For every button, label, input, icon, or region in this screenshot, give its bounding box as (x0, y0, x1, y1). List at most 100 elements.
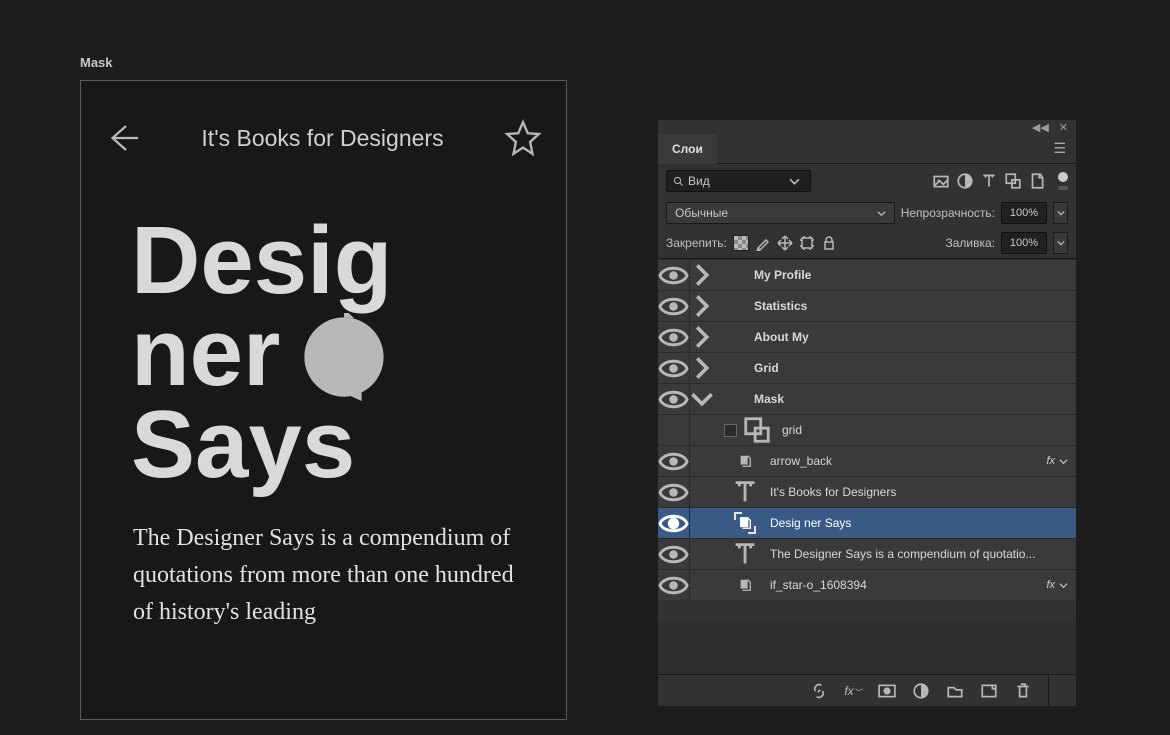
visibility-toggle[interactable] (658, 446, 690, 476)
headline-line-2: ner (131, 309, 280, 397)
fx-badge[interactable]: fx (1046, 455, 1055, 467)
lock-row: Закрепить: Заливка: 100% (658, 228, 1076, 259)
layer-name[interactable]: It's Books for Designers (760, 485, 1068, 499)
layer-checkbox[interactable] (718, 424, 742, 437)
link-layers-icon[interactable] (810, 682, 828, 700)
artboard-canvas[interactable]: It's Books for Designers Desig ner Says … (80, 80, 567, 720)
footer-resize-handle[interactable] (1048, 675, 1064, 706)
lock-position-icon[interactable] (777, 235, 793, 251)
new-group-icon[interactable] (946, 682, 964, 700)
layer-name[interactable]: Statistics (744, 299, 1068, 313)
layer-row[interactable]: It's Books for Designers (658, 476, 1076, 507)
layer-row[interactable]: grid (658, 414, 1076, 445)
layer-row[interactable]: if_star-o_1608394fx (658, 569, 1076, 600)
layer-name[interactable]: My Profile (744, 268, 1068, 282)
visibility-toggle[interactable] (658, 508, 690, 538)
headline-block: Desig ner Says (81, 157, 566, 490)
visibility-toggle[interactable] (658, 384, 690, 414)
filter-smart-icon[interactable] (1028, 172, 1046, 190)
filter-shape-icon[interactable] (1004, 172, 1022, 190)
lock-pixels-icon[interactable] (755, 235, 771, 251)
layer-row[interactable]: arrow_backfx (658, 445, 1076, 476)
layer-name[interactable]: arrow_back (760, 454, 1046, 468)
layer-tree-empty[interactable] (658, 622, 1076, 674)
panel-menu-icon[interactable]: ☰ (1043, 140, 1076, 157)
lock-artboard-icon[interactable] (799, 235, 815, 251)
lock-label: Закрепить: (666, 236, 727, 250)
visibility-toggle[interactable] (658, 260, 690, 290)
layer-name[interactable]: The Designer Says is a compendium of quo… (760, 547, 1068, 561)
fx-icon[interactable]: fx﹀ (844, 682, 862, 700)
layer-tree: My Profile Statistics About My Grid Mask grid… (658, 259, 1076, 622)
new-layer-icon[interactable] (980, 682, 998, 700)
chevron-right-icon[interactable] (690, 325, 714, 349)
lock-transparency-icon[interactable] (733, 235, 749, 251)
fx-badge[interactable]: fx (1046, 579, 1055, 591)
layer-thumb-icon (730, 576, 760, 594)
filter-pixel-icon[interactable] (932, 172, 950, 190)
layer-name[interactable]: Desig ner Says (760, 516, 1068, 530)
filter-adjust-icon[interactable] (956, 172, 974, 190)
chevron-down-icon[interactable] (690, 387, 714, 411)
chevron-down-icon[interactable] (1059, 581, 1068, 590)
filter-kind-select[interactable]: Вид (666, 170, 811, 192)
opacity-label: Непрозрачность: (901, 206, 995, 220)
panel-footer: fx﹀ (658, 674, 1076, 706)
close-panel-icon[interactable]: ✕ (1059, 121, 1068, 134)
arrow-back-icon[interactable] (105, 120, 141, 156)
layer-row[interactable]: The Designer Says is a compendium of quo… (658, 538, 1076, 569)
body-paragraph: The Designer Says is a compendi­um of qu… (81, 490, 566, 632)
adjustment-layer-icon[interactable] (912, 682, 930, 700)
layer-row[interactable]: My Profile (658, 259, 1076, 290)
visibility-toggle[interactable] (658, 415, 690, 445)
layer-name[interactable]: About My (744, 330, 1068, 344)
filter-type-icon[interactable] (980, 172, 998, 190)
layer-row[interactable]: Statistics (658, 290, 1076, 321)
layer-row[interactable]: Grid (658, 352, 1076, 383)
star-icon[interactable] (504, 119, 542, 157)
blend-row: Обычные Непрозрачность: 100% (658, 198, 1076, 228)
layer-thumb-icon (730, 477, 760, 507)
fill-label: Заливка: (945, 236, 995, 250)
artboard-label: Mask (80, 55, 113, 70)
mock-title: It's Books for Designers (141, 125, 504, 152)
layer-name[interactable]: grid (772, 423, 1068, 437)
blend-mode-select[interactable]: Обычные (666, 202, 895, 224)
opacity-input[interactable]: 100% (1001, 202, 1047, 224)
layer-thumb-icon (730, 539, 760, 569)
chevron-down-icon[interactable] (1059, 457, 1068, 466)
collapse-panel-icon[interactable]: ◀◀ (1032, 121, 1049, 134)
quote-bubble-icon (300, 313, 388, 401)
layer-thumb-icon (730, 514, 760, 532)
visibility-toggle[interactable] (658, 477, 690, 507)
filter-row: Вид (658, 164, 1076, 198)
visibility-toggle[interactable] (658, 291, 690, 321)
panel-window-controls: ◀◀ ✕ (658, 120, 1076, 134)
visibility-toggle[interactable] (658, 353, 690, 383)
lock-all-icon[interactable] (821, 235, 837, 251)
layer-row[interactable]: Mask (658, 383, 1076, 414)
layer-name[interactable]: Grid (744, 361, 1068, 375)
delete-layer-icon[interactable] (1014, 682, 1032, 700)
filter-toggle[interactable] (1058, 172, 1068, 190)
visibility-toggle[interactable] (658, 322, 690, 352)
fill-input[interactable]: 100% (1001, 232, 1047, 254)
chevron-right-icon[interactable] (690, 356, 714, 380)
visibility-toggle[interactable] (658, 539, 690, 569)
layer-thumb-icon (742, 415, 772, 445)
chevron-right-icon[interactable] (690, 294, 714, 318)
layer-name[interactable]: if_star-o_1608394 (760, 578, 1046, 592)
opacity-stepper[interactable] (1053, 202, 1068, 224)
tab-layers[interactable]: Слои (658, 134, 717, 164)
panel-tabbar: Слои ☰ (658, 134, 1076, 164)
visibility-toggle[interactable] (658, 570, 690, 600)
fill-stepper[interactable] (1053, 232, 1068, 254)
add-mask-icon[interactable] (878, 682, 896, 700)
chevron-right-icon[interactable] (690, 263, 714, 287)
filter-kind-label: Вид (688, 174, 710, 188)
layer-row[interactable]: Desig ner Says (658, 507, 1076, 538)
headline-line-3: Says (131, 401, 556, 489)
layer-row[interactable]: About My (658, 321, 1076, 352)
layer-name[interactable]: Mask (744, 392, 1068, 406)
layer-thumb-icon (730, 452, 760, 470)
